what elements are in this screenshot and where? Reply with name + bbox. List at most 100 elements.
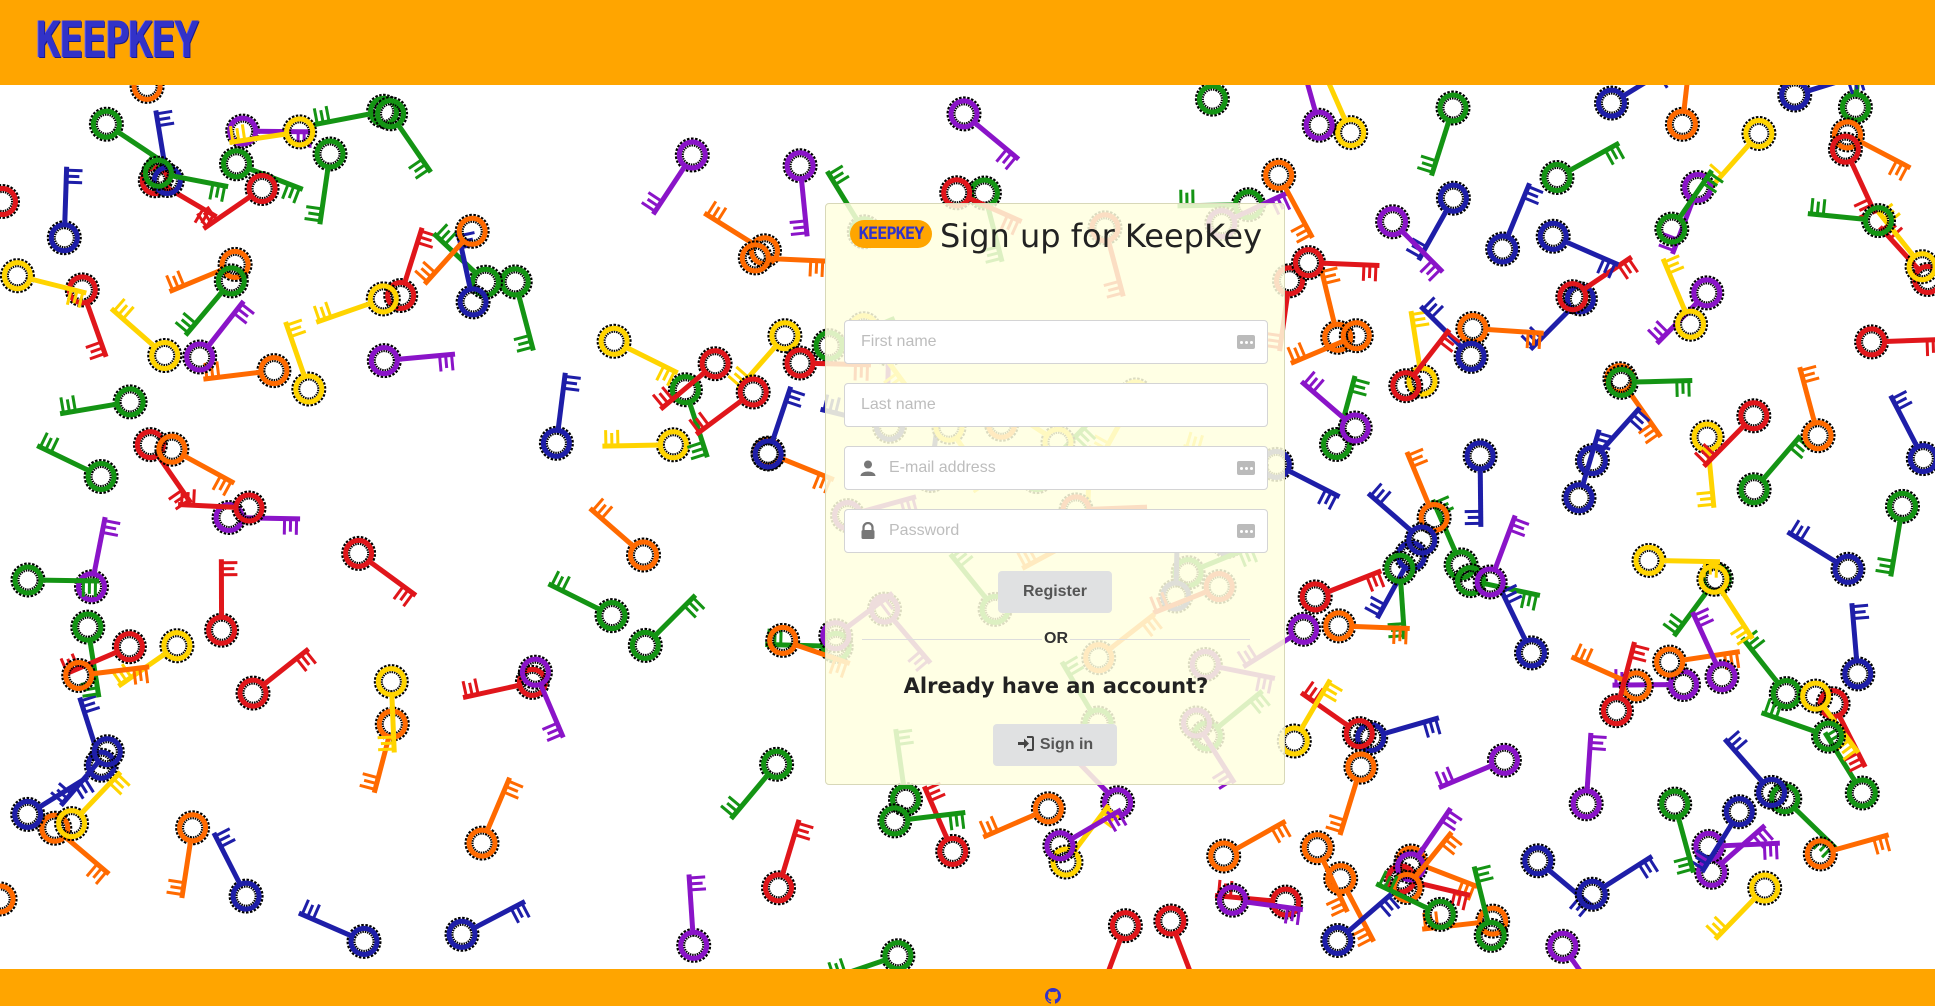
key-decoration: [1291, 245, 1380, 282]
key-decoration: [588, 497, 661, 573]
key-decoration: [640, 137, 710, 216]
key-decoration: [235, 646, 317, 711]
key-decoration: [1545, 928, 1606, 969]
last-name-field: [844, 383, 1268, 427]
email-input[interactable]: [845, 447, 1267, 489]
email-field: [844, 446, 1268, 490]
key-decoration: [64, 272, 109, 361]
password-manager-icon[interactable]: [1237, 524, 1255, 538]
key-decoration: [547, 570, 630, 634]
key-decoration: [1693, 398, 1772, 469]
key-decoration: [1815, 686, 1868, 773]
first-name-field: [844, 320, 1268, 364]
key-decoration: [1320, 892, 1401, 958]
key-decoration: [1736, 434, 1812, 508]
key-decoration: [109, 297, 183, 373]
register-button[interactable]: Register: [998, 571, 1112, 613]
keepkey-mini-logo: KEEPKEY: [850, 220, 932, 248]
key-decoration: [1837, 85, 1873, 125]
key-decoration: [304, 136, 348, 225]
key-decoration: [36, 432, 119, 494]
key-decoration: [444, 899, 531, 952]
signup-card: KEEPKEY Sign up for KeepKey Register OR A…: [825, 203, 1285, 785]
key-decoration: [1325, 749, 1379, 836]
key-decoration: [1416, 90, 1471, 177]
key-decoration: [1854, 324, 1935, 360]
key-decoration: [1375, 204, 1445, 282]
key-decoration: [517, 654, 566, 742]
key-decoration: [1042, 807, 1128, 864]
key-decoration: [1321, 608, 1410, 645]
key-decoration: [761, 819, 814, 906]
key-decoration: [359, 706, 410, 794]
key-decoration: [782, 148, 818, 237]
key-decoration: [1153, 903, 1199, 969]
key-decoration: [750, 385, 806, 472]
sign-in-label: Sign in: [1039, 736, 1094, 753]
or-divider: OR: [844, 629, 1268, 649]
key-decoration: [59, 384, 148, 420]
key-decoration: [1888, 389, 1935, 477]
key-decoration: [312, 281, 401, 325]
sign-in-button[interactable]: Sign in: [993, 724, 1117, 766]
key-decoration: [1297, 85, 1337, 143]
key-decoration: [414, 213, 490, 286]
last-name-input[interactable]: [845, 384, 1267, 426]
key-decoration: [1603, 364, 1693, 400]
already-have-account-text: Already have an account?: [903, 674, 1209, 698]
password-field: [844, 509, 1268, 553]
or-text: OR: [1044, 630, 1068, 647]
password-manager-icon[interactable]: [1237, 461, 1255, 475]
key-decoration: [1786, 519, 1866, 587]
key-decoration: [1574, 854, 1660, 912]
key-decoration: [667, 372, 710, 461]
key-decoration: [1568, 732, 1607, 822]
password-manager-icon[interactable]: [1237, 335, 1255, 349]
key-decoration: [211, 827, 264, 914]
key-decoration: [1878, 217, 1935, 297]
page-title: KEEPKEY Sign up for KeepKey: [826, 214, 1286, 258]
key-decoration: [1664, 85, 1700, 142]
key-decoration: [1297, 568, 1386, 615]
key-decoration: [720, 746, 795, 821]
key-decoration: [1539, 140, 1626, 195]
key-decoration: [946, 96, 1021, 171]
title-text: Sign up for KeepKey: [940, 217, 1262, 255]
key-decoration: [497, 264, 536, 353]
keepkey-logo[interactable]: KEEPKEY: [36, 14, 199, 66]
key-decoration: [1875, 202, 1935, 285]
sign-in-icon: [1017, 736, 1034, 751]
key-decoration: [1660, 254, 1709, 342]
key-decoration: [1875, 488, 1920, 577]
key-decoration: [602, 427, 691, 463]
key-decoration: [166, 810, 211, 899]
key-decoration: [177, 488, 267, 526]
key-decoration: [1830, 117, 1912, 182]
key-decoration: [596, 323, 679, 387]
password-input[interactable]: [845, 510, 1267, 552]
key-decoration: [1777, 85, 1866, 113]
key-decoration: [1098, 908, 1143, 969]
key-decoration: [464, 776, 524, 861]
key-decoration: [1462, 438, 1498, 527]
key-decoration: [373, 96, 433, 180]
key-decoration: [182, 299, 255, 375]
key-decoration: [341, 535, 418, 608]
key-decoration: [1405, 180, 1471, 262]
key-decoration: [1485, 182, 1544, 267]
key-decoration: [1689, 419, 1725, 509]
key-decoration: [1840, 602, 1876, 692]
top-bar: KEEPKEY: [0, 0, 1935, 85]
key-decoration: [1206, 818, 1292, 874]
key-decoration: [1570, 643, 1654, 704]
key-decoration: [0, 881, 18, 917]
key-decoration: [627, 593, 706, 663]
key-decoration: [538, 372, 581, 461]
footer: [0, 969, 1935, 1006]
first-name-input[interactable]: [845, 321, 1267, 363]
key-decoration: [1705, 870, 1783, 941]
key-decoration: [46, 166, 83, 256]
key-decoration: [1434, 742, 1522, 791]
github-icon[interactable]: [1045, 988, 1061, 1004]
key-decoration: [1561, 429, 1614, 516]
